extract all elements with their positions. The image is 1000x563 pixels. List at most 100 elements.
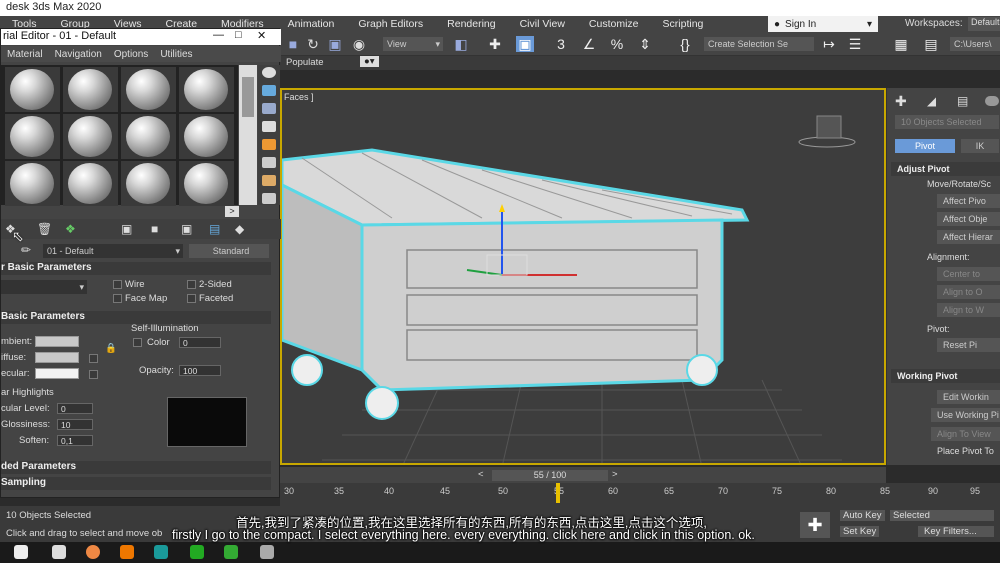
face-map-checkbox[interactable] [113,294,122,303]
soften-spinner[interactable]: 0,1 [57,435,93,446]
menu-utilities[interactable]: Utilities [154,49,198,60]
sample-slot[interactable] [121,67,176,112]
align-icon[interactable]: ☰ [846,36,864,52]
menu-material[interactable]: Material [1,49,49,60]
video-color-check-icon[interactable] [262,139,276,150]
track-bar[interactable]: 30 35 40 45 50 55 60 65 70 75 80 85 90 9… [280,483,1000,506]
sample-slot[interactable] [121,161,176,206]
use-pivot-center-icon[interactable]: ◧ [452,36,470,52]
sample-slot[interactable] [179,67,234,112]
workspaces-dropdown[interactable]: Default [968,17,1000,31]
chevron-right-icon[interactable]: > [225,206,239,217]
faceted-checkbox[interactable] [187,294,196,303]
sample-slot[interactable] [63,67,118,112]
hierarchy-tab-icon[interactable]: ▤ [957,94,968,108]
extended-parameters-rollout[interactable]: ded Parameters [1,461,271,474]
menu-navigation[interactable]: Navigation [49,49,108,60]
create-tab-icon[interactable]: ✚ [895,94,907,108]
mirror-icon[interactable]: ↦ [820,36,838,52]
background-icon[interactable] [262,103,276,114]
dumpster-model[interactable] [282,148,750,420]
view-cube[interactable] [798,115,856,148]
reset-pivot-button[interactable]: Reset Pi [937,338,1000,352]
project-path-field[interactable]: C:\Users\ [950,37,1000,51]
key-filters-button[interactable]: Key Filters... [918,526,994,537]
show-in-viewport-icon[interactable]: ■ [151,222,158,236]
layer-explorer-icon[interactable]: ▤ [922,36,940,52]
ik-tab[interactable]: IK [961,139,999,153]
put-to-library-icon[interactable]: ❖ [65,222,76,236]
menu-options[interactable]: Options [108,49,154,60]
sample-slot[interactable] [63,161,118,206]
center-to-object-button[interactable]: Center to [937,267,1000,281]
scene-explorer-icon[interactable]: ▦ [892,36,910,52]
key-mode-dropdown[interactable]: Selected [890,510,994,521]
move-icon[interactable]: ✚ [486,36,504,52]
time-next-button[interactable]: > [612,469,618,480]
minimize-icon[interactable]: — [213,29,224,41]
sample-slot[interactable] [5,161,60,206]
file-explorer-icon[interactable] [52,545,66,559]
pivot-tab[interactable]: Pivot [895,139,955,153]
populate-tab[interactable]: Populate [286,57,324,68]
app-icon[interactable] [190,545,204,559]
affect-pivot-only-button[interactable]: Affect Pivo [937,194,1000,208]
show-end-result-icon[interactable]: ▣ [181,222,192,236]
percent-snap-icon[interactable]: % [608,36,626,52]
affect-hierarchy-only-button[interactable]: Affect Hierar [937,230,1000,244]
sample-slot[interactable] [121,114,176,159]
ambient-color-swatch[interactable] [35,336,79,347]
go-to-parent-icon[interactable]: ▤ [209,222,220,236]
supersampling-rollout[interactable]: Sampling [1,477,271,490]
modify-tab-icon[interactable]: ◢ [927,94,936,108]
select-region-icon[interactable]: ▣ [326,36,344,52]
specular-color-swatch[interactable] [35,368,79,379]
reference-coordinate-dropdown[interactable]: View ▾ [383,37,443,51]
set-key-button[interactable]: Set Key [840,526,880,537]
menu-scripting[interactable]: Scripting [651,18,716,30]
menu-civil-view[interactable]: Civil View [508,18,577,30]
adjust-pivot-rollout[interactable]: Adjust Pivot [891,162,1000,176]
opacity-spinner[interactable]: 100 [179,365,221,376]
delete-icon[interactable]: 🗑 [37,222,52,236]
menu-customize[interactable]: Customize [577,18,651,30]
affect-object-only-button[interactable]: Affect Obje [937,212,1000,226]
sign-in-dropdown[interactable]: ● Sign In ▾ [768,16,878,32]
blender-icon[interactable] [120,545,134,559]
menu-animation[interactable]: Animation [276,18,347,30]
self-illum-value[interactable]: 0 [179,337,221,348]
redo-icon[interactable]: ↻ [304,36,322,52]
go-forward-sibling-icon[interactable]: ◆ [235,222,244,236]
angle-snap-icon[interactable]: ∠ [580,36,598,52]
specular-map-button[interactable] [89,370,98,379]
sample-type-icon[interactable] [262,67,276,78]
sample-slot[interactable] [63,114,118,159]
self-illum-color-checkbox[interactable] [133,338,142,347]
pick-material-icon[interactable]: ✏ [21,243,31,257]
motion-tab-icon[interactable] [985,96,999,106]
time-slider[interactable]: 55 / 100 [492,470,608,481]
snaps-toggle-icon[interactable]: 3 [552,36,570,52]
menu-rendering[interactable]: Rendering [435,18,507,30]
diffuse-color-swatch[interactable] [35,352,79,363]
sample-slot[interactable] [179,114,234,159]
start-icon[interactable] [14,545,28,559]
spinner-snap-icon[interactable]: ⇕ [636,36,654,52]
options-icon[interactable] [262,175,276,186]
use-working-pivot-button[interactable]: Use Working Pi [931,408,1000,422]
sample-slot[interactable] [179,161,234,206]
maximize-icon[interactable]: □ [235,29,242,41]
material-type-button[interactable]: Standard [189,244,269,258]
align-to-world-button[interactable]: Align to W [937,303,1000,317]
menu-graph-editors[interactable]: Graph Editors [346,18,435,30]
wire-checkbox[interactable] [113,280,122,289]
shader-basic-rollout[interactable]: r Basic Parameters [1,262,271,275]
create-selection-set-dropdown[interactable]: Create Selection Se [704,37,814,51]
named-selection-icon[interactable]: {} [676,36,694,52]
select-and-manipulate-icon[interactable]: ▣ [516,36,534,52]
sample-uv-tiling-icon[interactable] [262,121,276,132]
two-sided-checkbox[interactable] [187,280,196,289]
diffuse-map-button[interactable] [89,354,98,363]
3dsmax-icon[interactable] [154,545,168,559]
sample-slot[interactable] [5,67,60,112]
